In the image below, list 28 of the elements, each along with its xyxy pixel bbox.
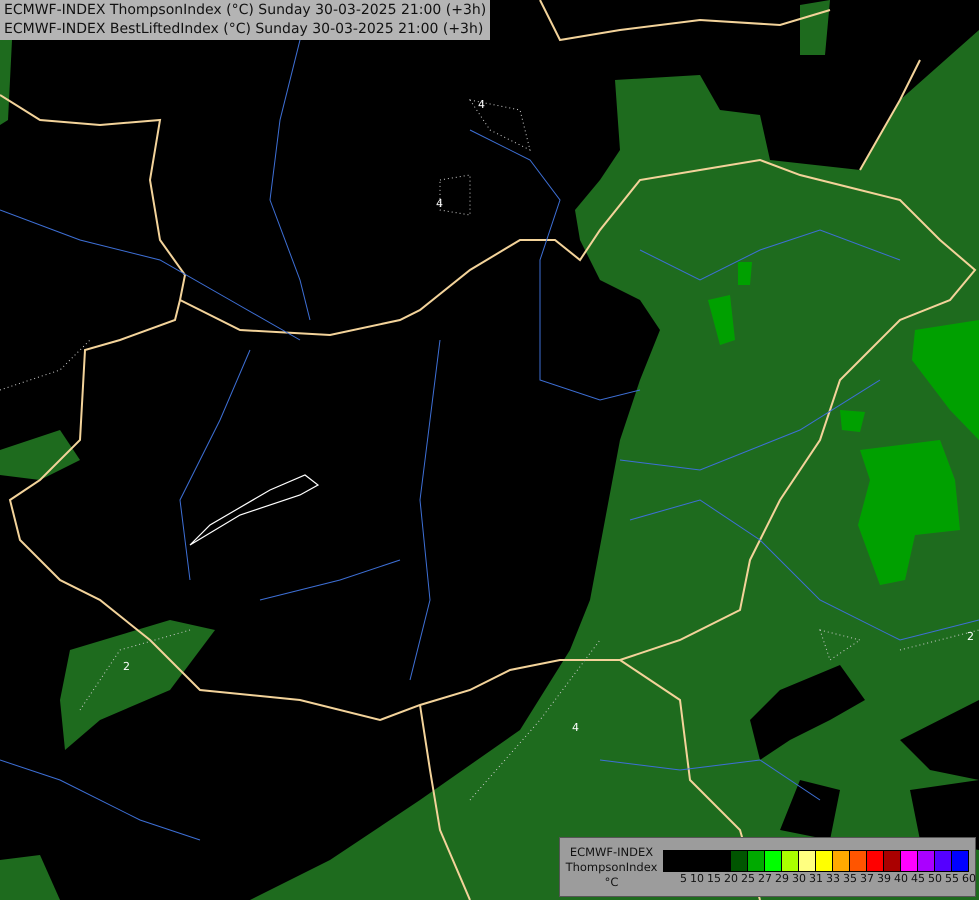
scale-label: 60 xyxy=(962,872,976,884)
scale-label: 10 xyxy=(690,872,704,884)
scale-label: 29 xyxy=(775,872,789,884)
scale-label: 27 xyxy=(758,872,772,884)
scale-label: 50 xyxy=(928,872,942,884)
scale-label: 39 xyxy=(877,872,891,884)
scale-label: 55 xyxy=(945,872,959,884)
scale-label: 30 xyxy=(792,872,806,884)
contour-label: 2 xyxy=(967,630,974,643)
contour-label: 2 xyxy=(123,660,130,673)
map-title: ECMWF-INDEX BestLiftedIndex (°C) Sunday 30-03-2025 21:00 (+3h) xyxy=(4,20,484,39)
contour-label: 4 xyxy=(478,98,485,111)
legend-title: °C xyxy=(604,874,620,890)
contour-label: 4 xyxy=(572,721,579,734)
scale-label: 5 xyxy=(680,872,687,884)
scale-label: 20 xyxy=(724,872,738,884)
legend-title: ThompsonIndex xyxy=(564,860,658,874)
map-title: ECMWF-INDEX ThompsonIndex (°C) Sunday 30-03-2025 21:00 (+3h) xyxy=(4,1,486,20)
scale-label: 45 xyxy=(911,872,925,884)
scale-label: 31 xyxy=(809,872,823,884)
scale-label: 37 xyxy=(860,872,874,884)
scale-label: 33 xyxy=(826,872,840,884)
scale-label: 25 xyxy=(741,872,755,884)
scale-label: 35 xyxy=(843,872,857,884)
legend-title: ECMWF-INDEX xyxy=(568,844,654,860)
scale-label: 15 xyxy=(707,872,721,884)
contour-label: 4 xyxy=(436,197,443,210)
scale-label: 40 xyxy=(894,872,908,884)
